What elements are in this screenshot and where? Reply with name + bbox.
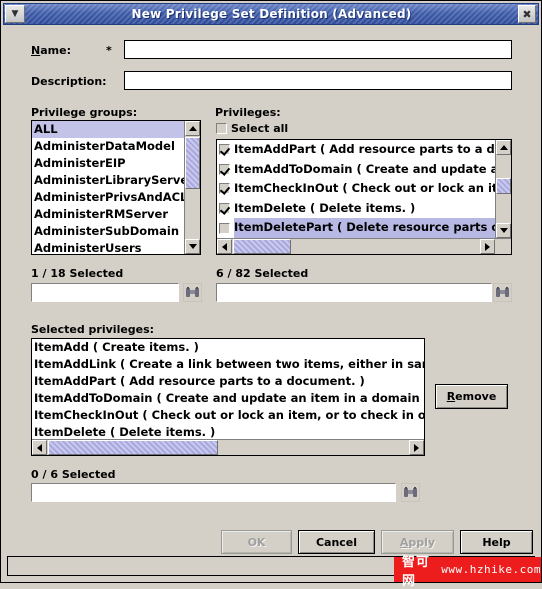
name-label: Name: xyxy=(31,44,71,57)
privileges-find-button[interactable] xyxy=(493,283,512,302)
arrow-down-icon xyxy=(499,228,508,233)
watermark-url-label: www.hzhike.com xyxy=(441,563,541,576)
arrow-right-icon xyxy=(414,443,419,452)
list-item[interactable]: ItemAddToDomain ( Create and update an i… xyxy=(32,390,424,407)
privileges-hscrollbar[interactable] xyxy=(217,238,511,254)
arrow-left-icon xyxy=(37,443,42,452)
selected-privileges-list[interactable]: ItemAdd ( Create items. ) ItemAddLink ( … xyxy=(31,338,425,456)
list-item[interactable]: ItemCheckInOut ( Check out or lock an it… xyxy=(32,407,424,424)
privileges-vscrollbar[interactable] xyxy=(495,140,511,238)
scroll-down-button[interactable] xyxy=(185,239,200,254)
privilege-item-label: ItemCheckInOut ( Check out or lock an it… xyxy=(234,181,495,196)
privileges-rows: ItemAddPart ( Add resource parts to a do… xyxy=(217,140,495,238)
name-required-marker: * xyxy=(106,44,112,57)
privilege-checkbox[interactable] xyxy=(219,222,230,234)
vscroll-thumb[interactable] xyxy=(496,178,511,194)
list-item[interactable]: AdministerPrivsAndACL xyxy=(32,189,184,206)
title-bar: ▼ New Privilege Set Definition (Advanced… xyxy=(3,3,539,25)
privilege-item-label: ItemDeletePart ( Delete resource parts o… xyxy=(234,218,495,238)
privilege-groups-filter-input[interactable] xyxy=(31,283,179,302)
selected-privileges-label: Selected privileges: xyxy=(31,323,155,336)
privilege-groups-vscrollbar[interactable] xyxy=(184,121,200,254)
window-menu-button[interactable]: ▼ xyxy=(5,5,25,23)
selected-privileges-hscrollbar[interactable] xyxy=(32,439,424,455)
description-label: Description: xyxy=(31,75,107,88)
list-item[interactable]: ItemDelete ( Delete items. ) xyxy=(32,424,424,439)
select-all-label: Select all xyxy=(231,122,289,135)
ok-button[interactable]: OK xyxy=(221,530,292,554)
privilege-checkbox[interactable] xyxy=(219,144,230,156)
privilege-groups-label: Privilege groups: xyxy=(31,106,138,119)
close-icon: ✖ xyxy=(522,7,532,21)
selected-privileges-count: 0 / 6 Selected xyxy=(31,468,116,481)
privilege-groups-find-button[interactable] xyxy=(183,283,202,302)
selected-privileges-filter-input[interactable] xyxy=(31,483,396,502)
description-input[interactable] xyxy=(124,71,512,90)
scroll-left-button[interactable] xyxy=(32,440,47,455)
list-item[interactable]: AdministerLibraryServer xyxy=(32,172,184,189)
privilege-groups-count: 1 / 18 Selected xyxy=(31,267,124,280)
arrow-down-icon xyxy=(188,244,197,249)
list-item[interactable]: AdministerEIP xyxy=(32,155,184,172)
scroll-right-button[interactable] xyxy=(409,440,424,455)
privilege-groups-rows: ALL AdministerDataModel AdministerEIP Ad… xyxy=(32,121,184,254)
privilege-item[interactable]: ItemAddToDomain ( Create and update an xyxy=(217,160,495,180)
selected-privileges-rows: ItemAdd ( Create items. ) ItemAddLink ( … xyxy=(32,339,424,439)
privilege-item[interactable]: ItemCheckInOut ( Check out or lock an it… xyxy=(217,179,495,199)
list-item[interactable]: AdministerDataModel xyxy=(32,138,184,155)
list-item[interactable]: AdministerUsers xyxy=(32,240,184,254)
arrow-up-icon xyxy=(499,145,508,150)
window-title: New Privilege Set Definition (Advanced) xyxy=(131,7,412,21)
privilege-item[interactable]: ItemDeletePart ( Delete resource parts o… xyxy=(217,218,495,238)
name-input[interactable] xyxy=(124,40,512,59)
arrow-up-icon xyxy=(188,126,197,131)
binoculars-icon xyxy=(496,287,509,297)
privilege-item-label: ItemDelete ( Delete items. ) xyxy=(234,200,416,215)
cancel-button[interactable]: Cancel xyxy=(298,530,375,554)
privilege-checkbox[interactable] xyxy=(219,183,230,195)
scroll-down-button[interactable] xyxy=(496,223,511,238)
privilege-item-label: ItemAddToDomain ( Create and update an xyxy=(234,161,495,176)
watermark: 智可网 www.hzhike.com xyxy=(394,555,541,589)
privilege-checkbox[interactable] xyxy=(219,203,230,215)
hscroll-thumb[interactable] xyxy=(233,239,291,254)
scroll-up-button[interactable] xyxy=(496,140,511,155)
list-item[interactable]: AdministerSubDomain xyxy=(32,223,184,240)
close-button[interactable]: ✖ xyxy=(518,5,536,23)
select-all-row[interactable]: Select all xyxy=(216,122,288,135)
privilege-groups-list[interactable]: ALL AdministerDataModel AdministerEIP Ad… xyxy=(31,120,201,255)
help-button[interactable]: Help xyxy=(460,530,533,554)
arrow-right-icon xyxy=(485,242,490,251)
list-item[interactable]: ItemAdd ( Create items. ) xyxy=(32,339,424,356)
dialog-window: ▼ New Privilege Set Definition (Advanced… xyxy=(0,0,542,589)
privileges-filter-input[interactable] xyxy=(216,283,492,302)
scroll-left-button[interactable] xyxy=(217,239,232,254)
dialog-body: Name: * Description: Privilege groups: A… xyxy=(3,27,539,580)
list-item[interactable]: AdministerRMServer xyxy=(32,206,184,223)
scroll-up-button[interactable] xyxy=(185,121,200,136)
binoculars-icon xyxy=(404,487,417,497)
list-item[interactable]: ALL xyxy=(32,121,184,138)
privilege-item[interactable]: ItemDelete ( Delete items. ) xyxy=(217,199,495,219)
list-item[interactable]: ItemAddPart ( Add resource parts to a do… xyxy=(32,373,424,390)
binoculars-icon xyxy=(186,287,199,297)
privileges-list[interactable]: ItemAddPart ( Add resource parts to a do… xyxy=(216,139,512,255)
remove-button[interactable]: Remove xyxy=(435,384,508,409)
chevron-down-icon: ▼ xyxy=(11,8,19,19)
selected-privileges-find-button[interactable] xyxy=(401,483,420,502)
arrow-left-icon xyxy=(222,242,227,251)
privileges-label: Privileges: xyxy=(215,106,281,119)
privileges-count: 6 / 82 Selected xyxy=(216,267,309,280)
privilege-item-label: ItemAddPart ( Add resource parts to a do… xyxy=(234,142,495,156)
privilege-checkbox[interactable] xyxy=(219,163,230,175)
scroll-right-button[interactable] xyxy=(480,239,495,254)
list-item[interactable]: ItemAddLink ( Create a link between two … xyxy=(32,356,424,373)
privilege-item[interactable]: ItemAddPart ( Add resource parts to a do… xyxy=(217,140,495,160)
hscroll-thumb[interactable] xyxy=(48,440,218,455)
vscroll-thumb[interactable] xyxy=(185,137,200,189)
select-all-checkbox[interactable] xyxy=(216,123,227,134)
